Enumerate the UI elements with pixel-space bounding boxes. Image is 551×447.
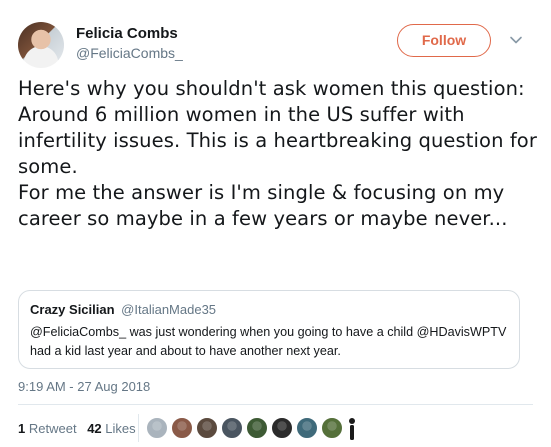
quoted-author-name: Crazy Sicilian bbox=[30, 302, 115, 317]
tweet-header: Felicia Combs @FeliciaCombs_ Follow bbox=[18, 18, 538, 70]
author-avatar[interactable] bbox=[18, 22, 64, 68]
quoted-author-handle: @ItalianMade35 bbox=[121, 302, 217, 317]
chevron-down-icon[interactable] bbox=[509, 33, 523, 47]
like-count[interactable]: 42 bbox=[87, 421, 101, 436]
quoted-tweet-header: Crazy Sicilian @ItalianMade35 bbox=[30, 302, 508, 318]
liker-avatar-3[interactable] bbox=[196, 417, 218, 439]
author-handle[interactable]: @FeliciaCombs_ bbox=[76, 45, 183, 61]
liker-avatar-5[interactable] bbox=[246, 417, 268, 439]
liker-avatar-9[interactable] bbox=[346, 417, 358, 440]
liker-avatar-8[interactable] bbox=[321, 417, 343, 439]
liker-avatar-1[interactable] bbox=[146, 417, 168, 439]
retweet-label[interactable]: Retweet bbox=[29, 421, 77, 436]
tweet-timestamp[interactable]: 9:19 AM - 27 Aug 2018 bbox=[18, 379, 150, 394]
liker-avatar-4[interactable] bbox=[221, 417, 243, 439]
like-label[interactable]: Likes bbox=[105, 421, 135, 436]
follow-button[interactable]: Follow bbox=[397, 24, 491, 57]
quoted-tweet-text: @FeliciaCombs_ was just wondering when y… bbox=[30, 325, 507, 358]
liker-avatar-7[interactable] bbox=[296, 417, 318, 439]
retweet-count[interactable]: 1 bbox=[18, 421, 25, 436]
stats-separator bbox=[138, 414, 139, 442]
liker-avatar-2[interactable] bbox=[171, 417, 193, 439]
liker-avatar-6[interactable] bbox=[271, 417, 293, 439]
tweet-stats: 1 Retweet 42 Likes bbox=[18, 421, 136, 436]
quoted-tweet[interactable]: Crazy Sicilian @ItalianMade35 @FeliciaCo… bbox=[18, 290, 520, 369]
tweet-text: Here's why you shouldn't ask women this … bbox=[18, 77, 537, 230]
divider bbox=[18, 404, 533, 405]
author-name[interactable]: Felicia Combs bbox=[76, 25, 178, 42]
